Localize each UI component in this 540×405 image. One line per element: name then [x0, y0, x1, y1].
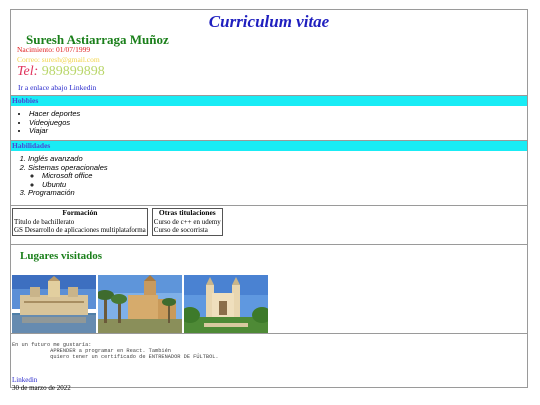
other-titles-table: Otras titulaciones Curso de c++ en udemy… [151, 208, 223, 236]
linkedin-anchor-link[interactable]: Ir a enlace abajo Linkedin [18, 83, 96, 92]
skills-list: Inglés avanzado Sistemas operacionales M… [11, 151, 527, 205]
formation-table: Formación Título de bachillerato GS Desa… [12, 208, 148, 236]
cv-page: Curriculum vitae Suresh Astiarraga Muñoz… [10, 9, 528, 392]
page-title: Curriculum vitae [208, 12, 330, 31]
telephone: Tel: 989899898 [17, 64, 105, 80]
table-header: Otras titulaciones [158, 208, 216, 217]
tables-section: Formación Título de bachillerato GS Desa… [11, 206, 527, 245]
list-item: Videojuegos [29, 118, 527, 128]
places-section: Lugares visitados [11, 245, 527, 334]
hobbies-list: Hacer deportes Videojuegos Viajar [11, 106, 527, 140]
cathedral-photo [98, 275, 182, 333]
list-item: Hacer deportes [29, 109, 527, 119]
birth-date: Nacimiento: 01/07/1999 [17, 45, 91, 54]
sublist-item: Ubuntu [42, 180, 527, 190]
footer-date: 30 de marzo de 2022 [12, 384, 71, 392]
table-cell: Curso de socorrista [153, 226, 208, 234]
table-cell: Curso de c++ en udemy [153, 217, 221, 226]
footer: Linkedin 30 de marzo de 2022 [11, 376, 527, 392]
skills-section: Inglés avanzado Sistemas operacionales M… [11, 151, 527, 206]
sublist: Microsoft office Ubuntu [28, 171, 527, 190]
tel-number: 989899898 [41, 64, 105, 79]
tel-label: Tel: [17, 64, 39, 79]
email-text: Correo: suresh@gmail.com [17, 55, 100, 64]
sublist-item: Microsoft office [42, 171, 527, 181]
list-item: Viajar [29, 126, 527, 136]
hobbies-section: Hacer deportes Videojuegos Viajar [11, 106, 527, 141]
places-heading: Lugares visitados [20, 250, 103, 262]
skills-heading: Habilidades [11, 141, 527, 151]
table-header: Formación [62, 208, 98, 217]
table-cell: Título de bachillerato [14, 217, 75, 226]
linkedin-link[interactable]: Linkedin [12, 376, 37, 384]
hobbies-heading: Hobbies [11, 96, 527, 106]
church-photo [184, 275, 268, 333]
palace-photo [12, 275, 96, 333]
future-goals-text: En un futuro me gustaría: APRENDER a pro… [12, 342, 219, 361]
table-cell: GS Desarrollo de aplicaciones multiplata… [14, 226, 146, 234]
list-item: Programación [28, 188, 527, 198]
header-section: Curriculum vitae Suresh Astiarraga Muñoz… [11, 10, 527, 96]
list-item: Sistemas operacionales Microsoft office … [28, 163, 527, 190]
